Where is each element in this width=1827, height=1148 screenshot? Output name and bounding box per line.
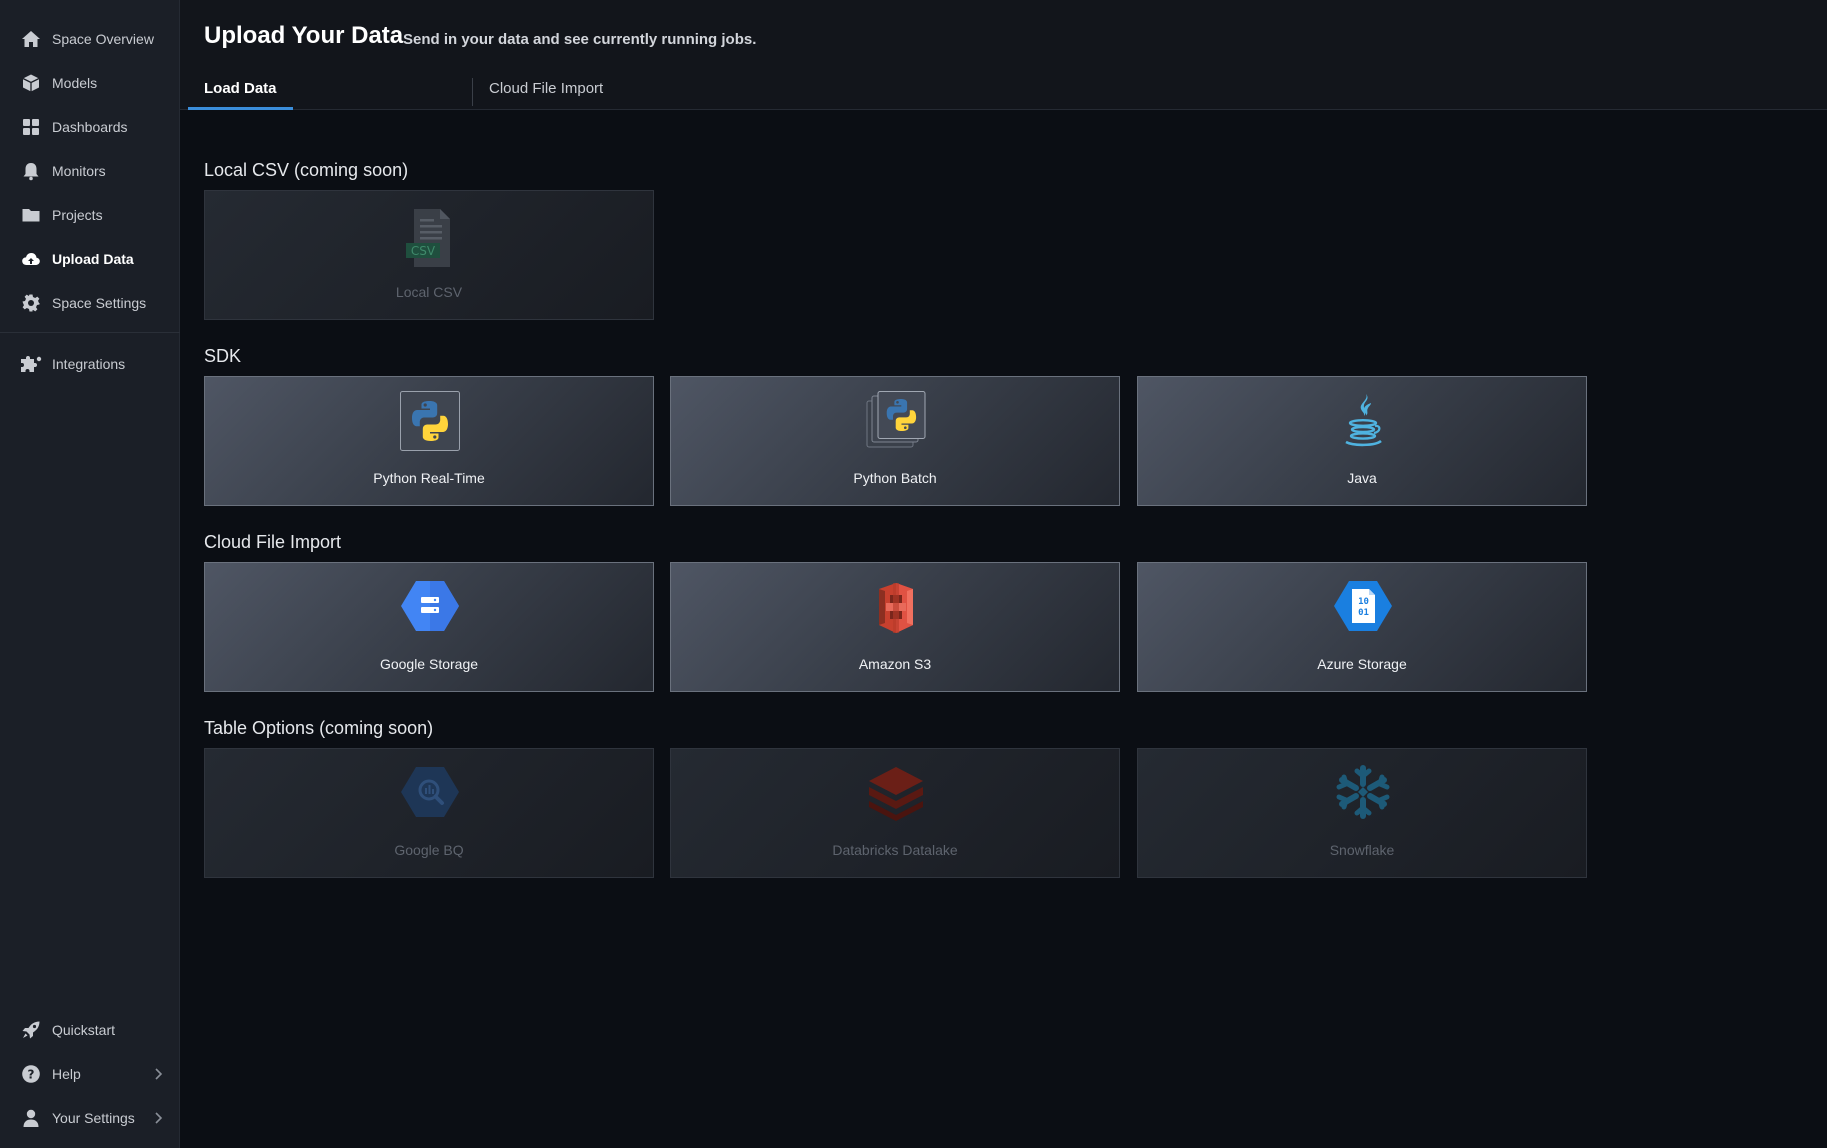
sidebar-item-integrations[interactable]: Integrations: [0, 346, 180, 382]
sidebar-item-models[interactable]: Models: [0, 65, 180, 101]
page-header: Upload Your Data Send in your data and s…: [180, 0, 1827, 110]
python-batch-icon: [866, 391, 926, 453]
sidebar-item-label: Space Overview: [52, 31, 154, 47]
google-bigquery-icon: [400, 763, 460, 825]
python-icon: [400, 391, 460, 453]
sidebar-item-space-settings[interactable]: Space Settings: [0, 285, 180, 321]
grid-icon: [20, 116, 42, 138]
sidebar-item-label: Space Settings: [52, 295, 147, 311]
card-label: Java: [1347, 470, 1377, 486]
rocket-icon: [20, 1019, 42, 1041]
section-title-table-options: Table Options (coming soon): [204, 718, 434, 738]
user-icon: [20, 1107, 42, 1129]
sidebar-divider: [0, 332, 180, 333]
card-python-real-time[interactable]: Python Real-Time: [204, 376, 654, 506]
card-amazon-s3[interactable]: Amazon S3: [670, 562, 1120, 692]
gear-icon: [20, 292, 42, 314]
card-python-batch[interactable]: Python Batch: [670, 376, 1120, 506]
sidebar-item-label: Dashboards: [52, 119, 128, 135]
sidebar-item-quickstart[interactable]: Quickstart: [0, 1012, 180, 1048]
chevron-right-icon: [150, 1066, 166, 1082]
card-label: Amazon S3: [858, 656, 932, 672]
google-storage-icon: [400, 577, 460, 639]
folder-icon: [20, 204, 42, 226]
sidebar-item-space-overview[interactable]: Space Overview: [0, 21, 180, 57]
card-label: Snowflake: [1329, 842, 1395, 858]
sidebar-item-monitors[interactable]: Monitors: [0, 153, 180, 189]
csv-file-icon: CSV: [400, 205, 460, 267]
csv-badge: CSV: [410, 244, 436, 258]
page-title: Upload Your Data: [204, 22, 404, 49]
sidebar-item-projects[interactable]: Projects: [0, 197, 180, 233]
sidebar-item-your-settings[interactable]: Your Settings: [0, 1100, 180, 1136]
tab-load-data[interactable]: Load Data: [188, 76, 293, 110]
section-title-local-csv: Local CSV (coming soon): [204, 160, 409, 180]
sidebar-item-label: Projects: [52, 207, 103, 223]
azure-binary-text: 10 01: [1358, 597, 1369, 618]
card-label: Databricks Datalake: [832, 842, 958, 858]
sidebar: Space Overview Models Dashboards Monitor…: [0, 0, 180, 1148]
question-icon: ?: [20, 1063, 42, 1085]
card-label: Python Real-Time: [373, 470, 485, 486]
card-label: Python Batch: [853, 470, 937, 486]
card-java[interactable]: Java: [1137, 376, 1587, 506]
tab-cloud-file-import[interactable]: Cloud File Import: [473, 76, 619, 110]
sidebar-item-label: Models: [52, 75, 98, 91]
card-azure-storage[interactable]: 10 01 Azure Storage: [1137, 562, 1587, 692]
databricks-icon: [866, 763, 926, 825]
card-google-storage[interactable]: Google Storage: [204, 562, 654, 692]
card-databricks-datalake: Databricks Datalake: [670, 748, 1120, 878]
chevron-right-icon: [150, 1110, 166, 1126]
card-label: Google BQ: [394, 842, 464, 858]
sidebar-item-label: Your Settings: [52, 1110, 135, 1126]
bell-icon: [20, 160, 42, 182]
sidebar-item-label: Quickstart: [52, 1022, 116, 1038]
card-snowflake: Snowflake: [1137, 748, 1587, 878]
snowflake-icon: [1333, 763, 1393, 825]
cloud-upload-icon: [20, 248, 42, 270]
page-subtitle: Send in your data and see currently runn…: [403, 31, 757, 48]
section-title-cloud-file-import: Cloud File Import: [204, 532, 342, 552]
puzzle-icon: [20, 353, 42, 375]
card-label: Azure Storage: [1317, 656, 1407, 672]
sidebar-item-label: Integrations: [52, 356, 126, 372]
sidebar-item-label: Upload Data: [52, 251, 134, 267]
azure-storage-icon: 10 01: [1333, 577, 1393, 639]
sidebar-item-label: Monitors: [52, 163, 106, 179]
amazon-s3-icon: [866, 577, 926, 639]
sidebar-item-label: Help: [52, 1066, 81, 1082]
home-icon: [20, 28, 42, 50]
card-local-csv: CSV Local CSV: [204, 190, 654, 320]
cube-icon: [20, 72, 42, 94]
svg-text:?: ?: [28, 1068, 35, 1082]
card-label: Local CSV: [395, 284, 463, 300]
card-label: Google Storage: [379, 656, 479, 672]
sidebar-item-dashboards[interactable]: Dashboards: [0, 109, 180, 145]
sidebar-item-upload-data[interactable]: Upload Data: [0, 241, 180, 277]
section-title-sdk: SDK: [204, 346, 242, 366]
sidebar-item-help[interactable]: ? Help: [0, 1056, 180, 1092]
card-google-bq: Google BQ: [204, 748, 654, 878]
java-icon: [1333, 391, 1393, 453]
